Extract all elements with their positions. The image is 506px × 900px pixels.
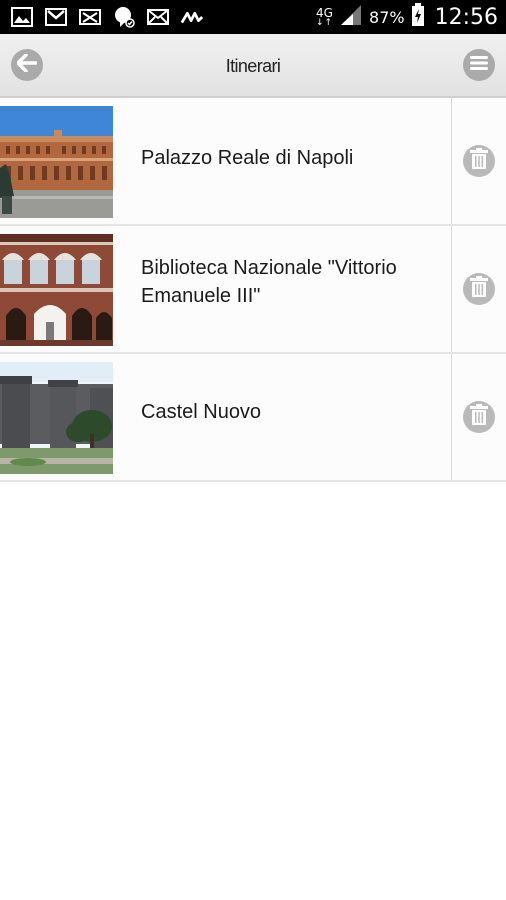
trash-icon: [470, 403, 488, 431]
system-status: 4G ↓↑ 87% 12:56: [316, 0, 498, 34]
list-item[interactable]: Biblioteca Nazionale "Vittorio Emanuele …: [0, 226, 506, 354]
row-divider: [451, 354, 452, 480]
row-divider: [451, 226, 452, 352]
battery-charging-icon: [411, 2, 425, 32]
item-title: Castel Nuovo: [141, 401, 262, 423]
notification-icons: [10, 5, 204, 29]
delete-button[interactable]: [463, 145, 495, 177]
back-button[interactable]: [11, 49, 43, 81]
list-item[interactable]: Palazzo Reale di Napoli: [0, 98, 506, 226]
gmail-icon: [44, 6, 68, 28]
app-header: Itinerari: [0, 34, 506, 98]
item-title: Palazzo Reale di Napoli: [141, 147, 354, 169]
biblioteca-nazionale-photo: [0, 234, 113, 346]
battery-percent: 87%: [369, 7, 405, 27]
page-title: Itinerari: [225, 56, 281, 76]
app-icon: [180, 6, 204, 28]
clock: 12:56: [434, 4, 498, 30]
delete-button[interactable]: [463, 273, 495, 305]
itinerary-list: Palazzo Reale di Napoli Biblioteca Nazio…: [0, 98, 506, 482]
hamburger-menu-icon: [470, 55, 488, 76]
missed-call-icon: [78, 6, 102, 28]
row-divider: [451, 98, 452, 224]
palazzo-reale-photo: [0, 106, 113, 218]
trash-icon: [470, 275, 488, 303]
menu-button[interactable]: [463, 49, 495, 81]
list-item[interactable]: Castel Nuovo: [0, 354, 506, 482]
trash-icon: [470, 147, 488, 175]
gallery-icon: [10, 6, 34, 28]
delete-button[interactable]: [463, 401, 495, 433]
signal-icon: [339, 4, 363, 31]
email-icon: [146, 6, 170, 28]
network-arrows: ↓↑: [315, 17, 334, 28]
status-bar: 4G ↓↑ 87% 12:56: [0, 0, 506, 34]
arrow-left-icon: [16, 52, 38, 77]
hangouts-icon: [112, 6, 136, 28]
castel-nuovo-photo: [0, 362, 113, 474]
item-title: Biblioteca Nazionale "Vittorio Emanuele …: [141, 257, 397, 307]
network-type: 4G ↓↑: [315, 5, 334, 28]
